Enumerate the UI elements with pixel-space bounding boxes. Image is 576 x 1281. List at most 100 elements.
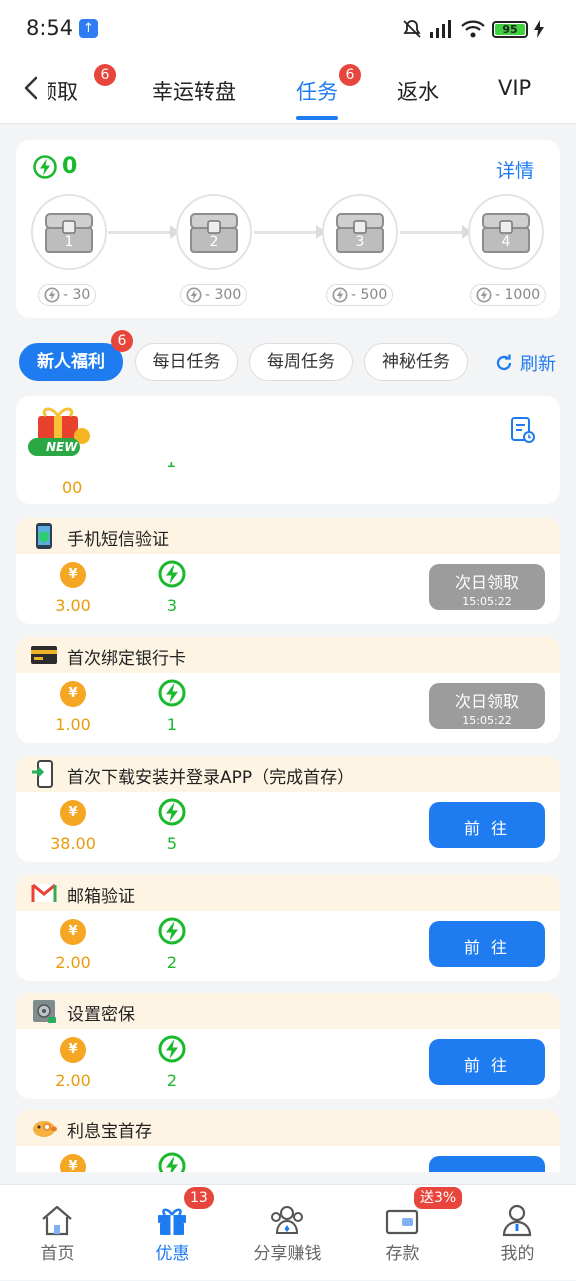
task-record-icon[interactable]	[510, 416, 536, 444]
energy-icon	[158, 798, 186, 826]
bottom-nav-profile[interactable]: 我的	[460, 1185, 575, 1281]
task-title: 手机短信验证	[67, 530, 169, 550]
task-header: 首次绑定银行卡	[16, 637, 560, 673]
treasure-chest-4[interactable]: 4	[468, 194, 544, 270]
promotions-badge: 13	[184, 1187, 214, 1209]
chip-newcomer[interactable]: 新人福利	[19, 343, 123, 381]
share-people-icon	[271, 1206, 303, 1234]
coin-reward: 3.00	[55, 596, 91, 615]
coin-reward: 2.00	[55, 1071, 91, 1090]
chip-daily[interactable]: 每日任务	[135, 343, 238, 381]
battery-level: 95	[495, 23, 525, 35]
chest-icon	[482, 213, 530, 253]
tab-claim-clip: 领取	[48, 58, 100, 124]
phone-shield-icon	[36, 523, 52, 549]
details-link[interactable]: 详情	[496, 156, 534, 183]
treasure-chest-1[interactable]: 1	[31, 194, 107, 270]
chest-cost-value: - 1000	[495, 287, 541, 303]
points-reward: 5	[166, 834, 178, 853]
button-label: 次日领取	[454, 692, 519, 711]
deposit-bonus-badge: 送3%	[414, 1187, 463, 1209]
status-bar: 8:54 ↑ 95	[0, 0, 576, 58]
energy-icon	[158, 1035, 186, 1063]
coin-icon: ¥	[60, 562, 86, 588]
chest-number: 1	[64, 234, 74, 250]
back-arrow-icon[interactable]	[18, 74, 46, 102]
progress-line	[400, 231, 468, 234]
task-title: 首次绑定银行卡	[67, 649, 186, 669]
task-title: 邮箱验证	[67, 887, 135, 907]
go-button[interactable]: 前 往	[429, 1039, 545, 1085]
refresh-icon	[496, 354, 512, 371]
tab-lucky-wheel[interactable]: 幸运转盘	[152, 76, 236, 106]
task-header: 设置密保	[16, 993, 560, 1029]
wallet-icon	[385, 1209, 419, 1235]
chip-weekly[interactable]: 每周任务	[249, 343, 353, 381]
chest-number: 2	[209, 234, 219, 250]
partial-points-value: 1	[166, 462, 176, 471]
button-label: 前 往	[463, 819, 511, 838]
tab-vip[interactable]: VIP	[498, 76, 531, 100]
task-header: 手机短信验证	[16, 518, 560, 554]
bottom-nav-label: 首页	[40, 1244, 75, 1264]
energy-gray-icon	[186, 287, 202, 303]
countdown-time: 15:05:22	[462, 714, 512, 727]
bottom-nav-share-earn[interactable]: 分享赚钱	[230, 1185, 345, 1281]
bottom-nav: 首页 优惠 13 分享赚钱 存款 送3% 我的	[0, 1184, 576, 1280]
coin-icon: ¥	[60, 800, 86, 826]
bottom-nav-home[interactable]: 首页	[0, 1185, 115, 1281]
energy-gray-icon	[332, 287, 348, 303]
tab-claim-badge: 6	[94, 64, 116, 86]
refresh-label: 刷新	[520, 354, 556, 375]
coin-reward: 38.00	[50, 834, 96, 853]
coin-icon: ¥	[60, 1037, 86, 1063]
tab-tasks[interactable]: 任务	[296, 76, 338, 106]
progress-line	[108, 231, 176, 234]
upload-notification-icon: ↑	[79, 19, 98, 38]
chest-cost-3: - 500	[326, 284, 394, 306]
partial-coin-value: 00	[62, 478, 83, 497]
chest-cost-value: - 500	[351, 287, 388, 303]
task-card: 利息宝首存 ¥	[16, 1110, 560, 1172]
next-day-claim-button[interactable]: 次日领取 15:05:22	[429, 683, 545, 729]
download-app-icon	[32, 760, 53, 788]
tab-claim[interactable]: 领取	[48, 76, 78, 106]
energy-icon	[158, 917, 186, 945]
new-label: NEW	[46, 440, 78, 454]
task-header: 利息宝首存	[16, 1110, 560, 1146]
top-nav: 领取 6 幸运转盘 任务 6 返水 VIP	[0, 58, 576, 124]
energy-icon	[158, 1152, 186, 1172]
status-time: 8:54	[26, 16, 74, 40]
coin-icon: ¥	[60, 919, 86, 945]
task-title: 利息宝首存	[67, 1122, 152, 1142]
task-filter-chips: 新人福利 每日任务 每周任务 神秘任务	[0, 340, 576, 386]
energy-icon	[158, 560, 186, 588]
home-icon	[42, 1205, 72, 1236]
go-button[interactable]: 前 往	[429, 802, 545, 848]
gmail-icon	[31, 883, 57, 902]
treasure-chest-2[interactable]: 2	[176, 194, 252, 270]
refresh-button[interactable]: 刷新	[494, 350, 556, 376]
partial-task-row: 00 1	[16, 462, 560, 504]
next-day-claim-button[interactable]: 次日领取 15:05:22	[429, 564, 545, 610]
gift-icon	[158, 1208, 186, 1235]
chip-newcomer-badge: 6	[111, 330, 133, 352]
charging-icon	[534, 20, 544, 38]
signal-icon	[430, 20, 451, 38]
piggy-bank-icon	[33, 1121, 57, 1137]
button-label: 前 往	[463, 938, 511, 957]
chip-mystery[interactable]: 神秘任务	[364, 343, 468, 381]
chest-cost-value: - 300	[205, 287, 242, 303]
treasure-chest-3[interactable]: 3	[322, 194, 398, 270]
tab-rebate[interactable]: 返水	[397, 76, 439, 106]
task-title: 设置密保	[67, 1005, 135, 1025]
safe-icon	[33, 1000, 56, 1023]
go-button[interactable]	[429, 1156, 545, 1172]
task-header: 首次下载安装并登录APP（完成首存）	[16, 756, 560, 792]
bottom-nav-label: 优惠	[155, 1244, 190, 1264]
go-button[interactable]: 前 往	[429, 921, 545, 967]
points-value: 0	[62, 154, 78, 179]
task-title: 首次下载安装并登录APP（完成首存）	[67, 768, 355, 788]
battery-icon: 95	[492, 20, 528, 38]
chest-cost-1: - 30	[38, 284, 97, 306]
